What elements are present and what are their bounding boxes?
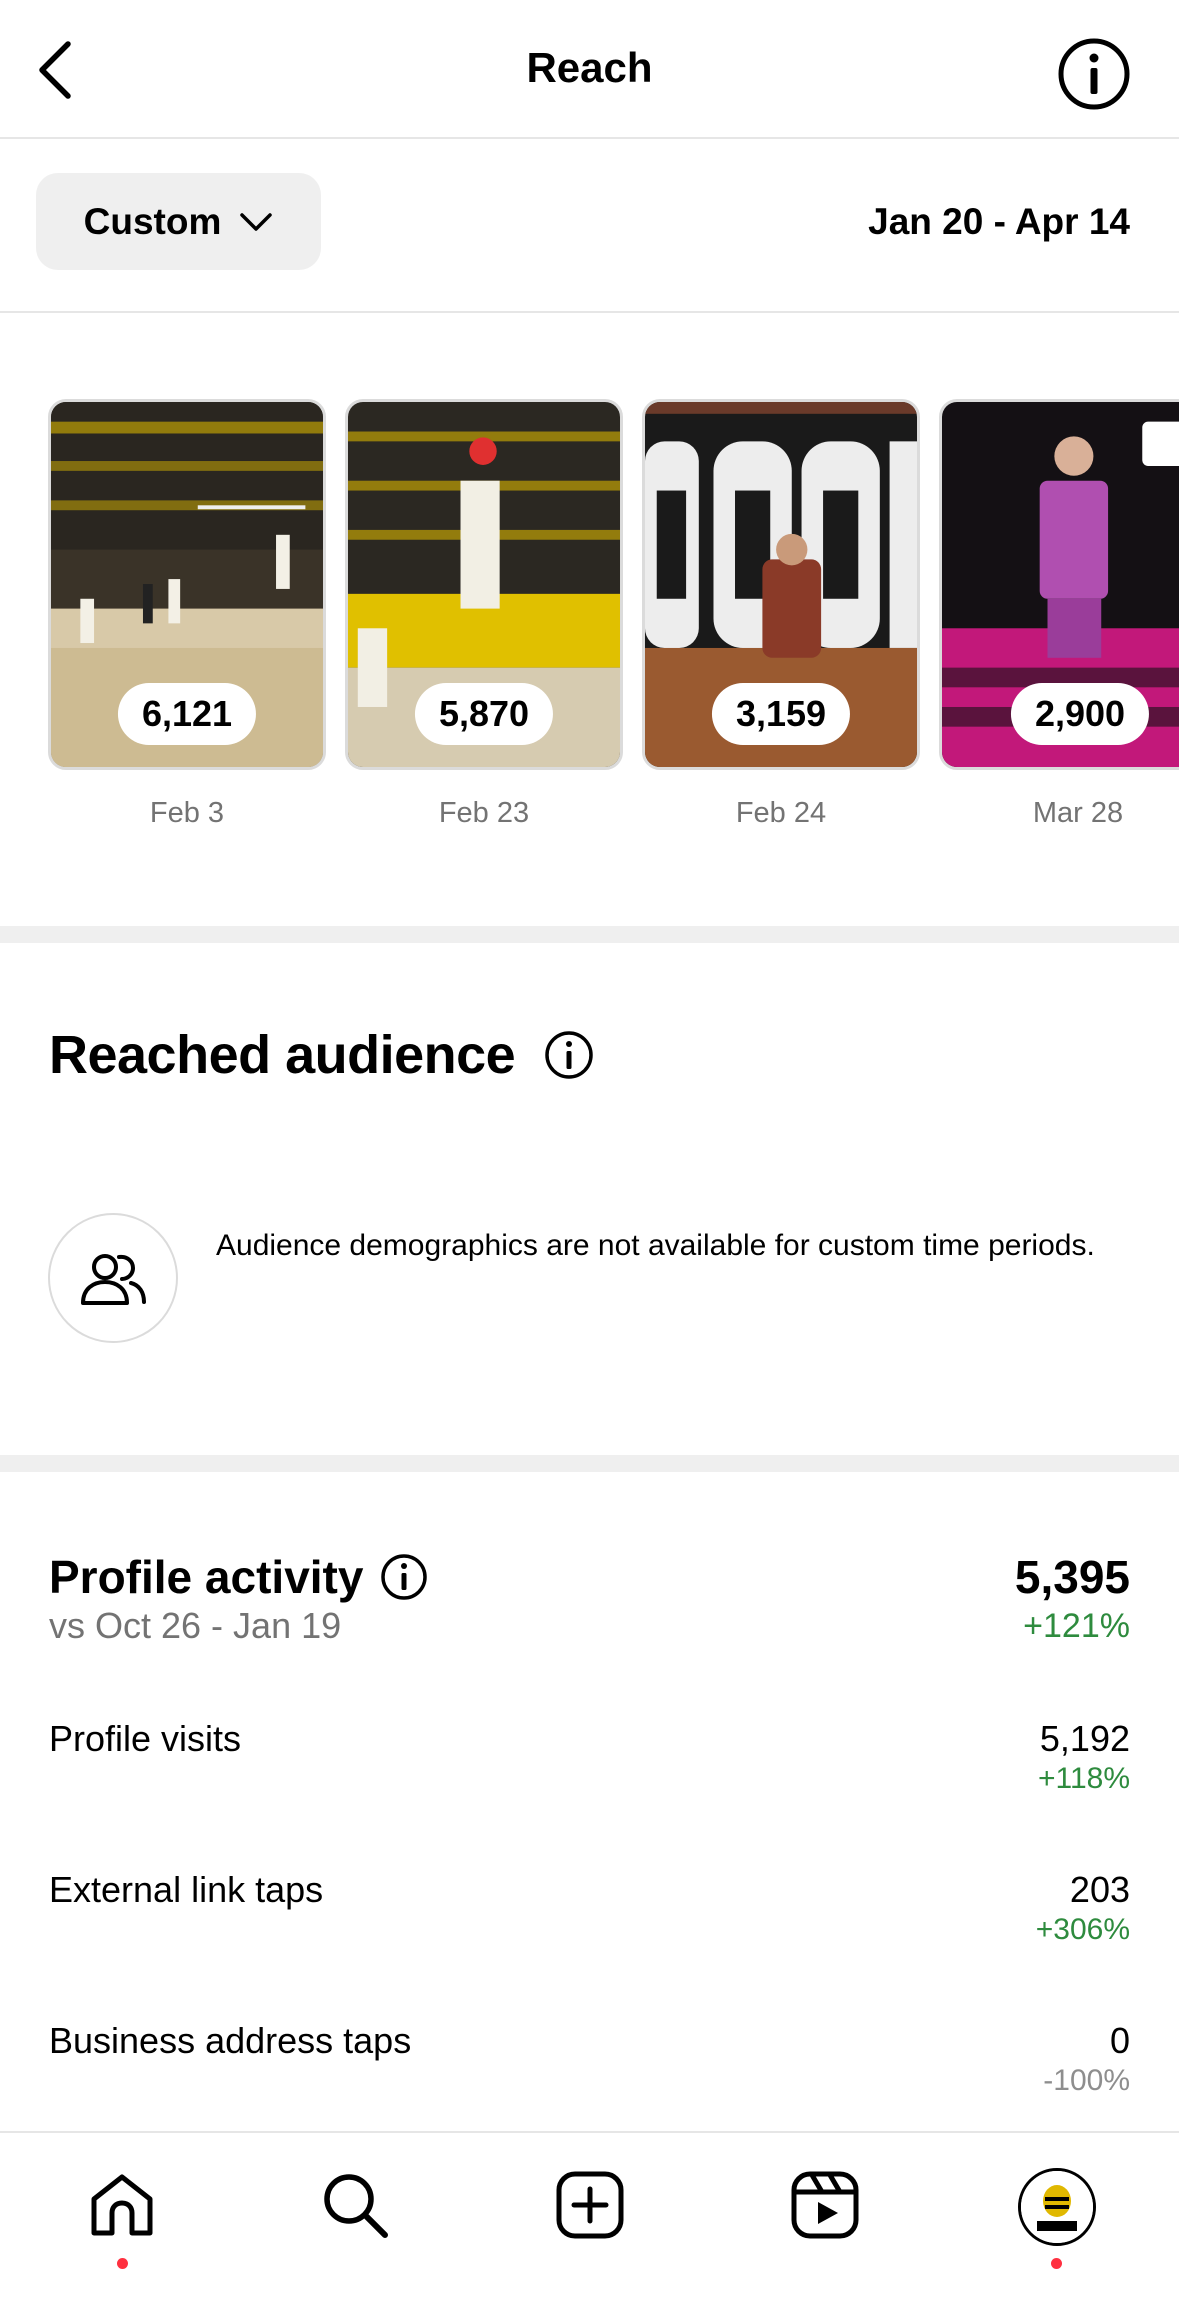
- section-divider: [0, 926, 1179, 943]
- divider: [0, 311, 1179, 313]
- post-date: Mar 28: [1032, 797, 1124, 829]
- search-icon: [324, 2174, 388, 2238]
- metric-change-profile-visits: +118%: [1037, 1762, 1130, 1795]
- notification-dot: [1051, 2258, 1062, 2269]
- metric-label-profile-visits: Profile visits: [49, 1718, 242, 1759]
- audience-icon-circle: [48, 1213, 178, 1343]
- nav-profile-avatar[interactable]: [1018, 2168, 1096, 2246]
- section-divider: [0, 1455, 1179, 1472]
- reached-audience-title: Reached audience: [49, 1025, 516, 1085]
- reach-count: 2,900: [1010, 683, 1150, 745]
- metric-value-external-link-taps: 203: [1069, 1869, 1130, 1910]
- post-thumbnail-1[interactable]: 6,121: [48, 399, 326, 770]
- info-icon: [545, 1031, 593, 1079]
- comparison-period: vs Oct 26 - Jan 19: [49, 1605, 342, 1646]
- reach-count: 3,159: [711, 683, 851, 745]
- people-icon: [81, 1254, 146, 1305]
- nav-reels[interactable]: [785, 2165, 865, 2245]
- metric-label-business-address-taps: Business address taps: [49, 2020, 412, 2061]
- metric-label-external-link-taps: External link taps: [49, 1869, 324, 1910]
- date-range[interactable]: Jan 20 - Apr 14: [868, 201, 1130, 243]
- nav-search[interactable]: [315, 2165, 395, 2245]
- reached-audience-info-button[interactable]: [543, 1029, 595, 1081]
- period-label: Custom: [83, 200, 222, 242]
- post-date: Feb 3: [149, 797, 225, 829]
- reach-count: 5,870: [414, 683, 554, 745]
- metric-change-business-address-taps: -100%: [1043, 2064, 1130, 2097]
- post-date: Feb 23: [438, 797, 530, 829]
- info-icon: [1058, 38, 1130, 110]
- reels-icon: [791, 2171, 859, 2239]
- info-button[interactable]: [1056, 36, 1132, 112]
- reach-count: 6,121: [117, 683, 257, 745]
- profile-activity-change: +121%: [1023, 1607, 1130, 1645]
- chevron-down-icon: [240, 212, 273, 231]
- profile-activity-title: Profile activity: [49, 1551, 364, 1603]
- post-thumbnail-3[interactable]: 3,159: [642, 399, 920, 770]
- info-icon: [381, 1554, 427, 1600]
- profile-activity-total: 5,395: [1014, 1551, 1130, 1603]
- period-dropdown[interactable]: Custom: [36, 173, 321, 270]
- profile-activity-info-button[interactable]: [379, 1552, 429, 1602]
- post-thumbnail-2[interactable]: 5,870: [345, 399, 623, 770]
- metric-change-external-link-taps: +306%: [1035, 1913, 1130, 1946]
- post-date: Feb 24: [735, 797, 827, 829]
- home-icon: [91, 2174, 153, 2236]
- profile-avatar: [1021, 2171, 1093, 2243]
- metric-value-business-address-taps: 0: [1109, 2020, 1130, 2061]
- post-thumbnail-4[interactable]: 2,900: [939, 399, 1179, 770]
- nav-home[interactable]: [82, 2165, 162, 2245]
- page-title: Reach: [526, 44, 653, 91]
- metric-value-profile-visits: 5,192: [1039, 1718, 1130, 1759]
- audience-unavailable-message: Audience demographics are not available …: [216, 1229, 1095, 1262]
- create-icon: [556, 2171, 624, 2239]
- nav-create[interactable]: [550, 2165, 630, 2245]
- notification-dot: [117, 2258, 128, 2269]
